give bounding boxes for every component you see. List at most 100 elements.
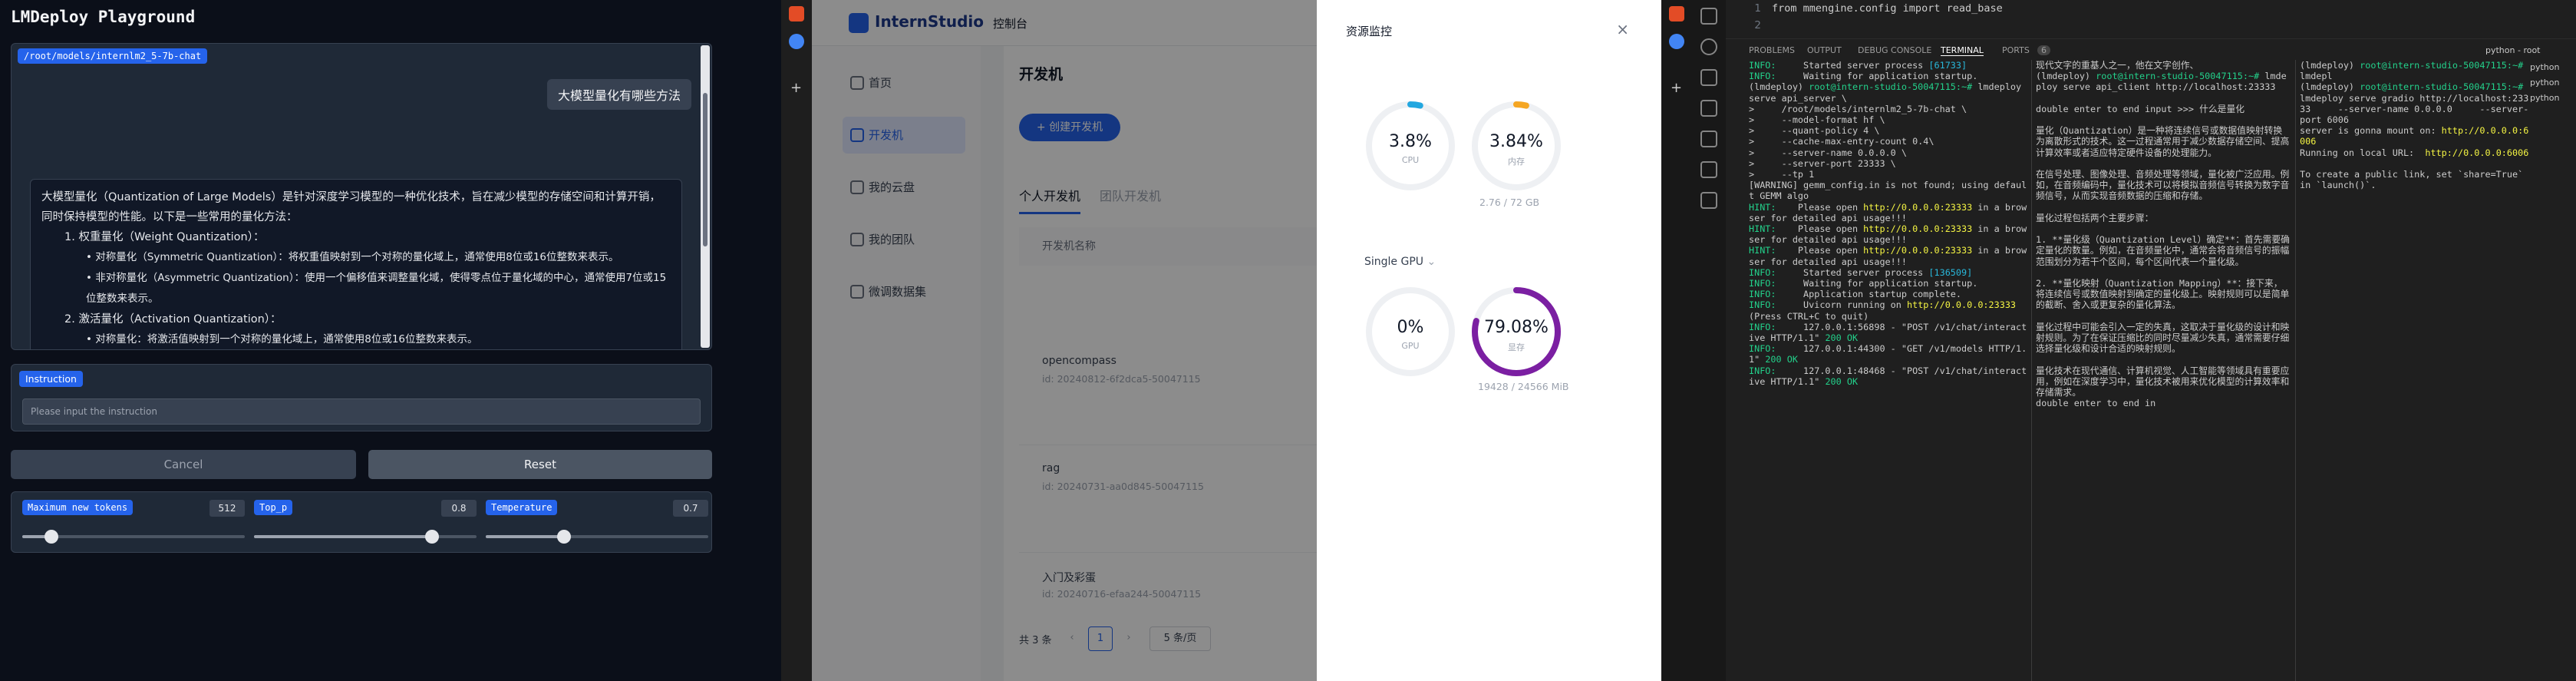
- chatbot-panel: /root/models/internlm2_5-7b-chat 大模型量化有哪…: [11, 43, 712, 350]
- terminal-list: python python python: [2530, 60, 2576, 175]
- terminal-line: [WARNING] gemm_config.in is not found; u…: [1749, 180, 2027, 202]
- terminal-api-client[interactable]: 现代文字的重基人之一，他在文字创作、 (lmdeploy) root@intern…: [2036, 60, 2291, 681]
- top-p-value[interactable]: 0.8: [441, 500, 477, 517]
- terminal-list-item[interactable]: python: [2530, 91, 2576, 106]
- app-strip-left: +: [781, 0, 812, 681]
- extensions-icon[interactable]: [1700, 131, 1717, 147]
- vram-gauge: 79.08% 显存: [1470, 286, 1562, 378]
- chevron-down-icon: ⌄: [1427, 256, 1436, 268]
- instruction-label: Instruction: [19, 371, 83, 387]
- lmdeploy-playground: LMDeploy Playground /root/models/internl…: [0, 0, 781, 681]
- terminal-list-item[interactable]: python: [2530, 60, 2576, 75]
- app-icon[interactable]: [1669, 34, 1684, 49]
- bot-message: 大模型量化（Quantization of Large Models）是针对深度…: [30, 179, 682, 349]
- top-p-param: Top_p 0.8: [254, 500, 477, 546]
- terminal-line: 量化技术在现代通信、计算机视觉、人工智能等领域具有重要应用，例如在深度学习中，量…: [2036, 365, 2290, 398]
- terminal-line: 1. **量化级（Quantization Level）确定**：首先需要确定量…: [2036, 234, 2290, 267]
- cpu-label: CPU: [1401, 155, 1420, 165]
- remote-icon[interactable]: [1700, 161, 1717, 178]
- close-icon[interactable]: ×: [1616, 20, 1629, 38]
- scroll-thumb[interactable]: [703, 93, 707, 246]
- terminal-line: Running on local URL: http://0.0.0.0:600…: [2300, 147, 2529, 158]
- bot-list-item: 1. 权重量化（Weight Quantization）：: [64, 231, 265, 243]
- tab-output[interactable]: OUTPUT: [1807, 45, 1842, 55]
- add-icon[interactable]: +: [1671, 80, 1682, 96]
- terminal-line: (lmdeploy) root@intern-studio-50047115:~…: [2036, 71, 2287, 93]
- files-icon[interactable]: [1700, 8, 1717, 25]
- terminal-line: double enter to end input >>> 什么是量化: [2036, 103, 2245, 114]
- code-editor[interactable]: 1 from mmengine.config import read_base 2: [1726, 0, 2576, 38]
- add-icon[interactable]: +: [790, 80, 802, 96]
- cancel-button[interactable]: Cancel: [11, 450, 356, 479]
- terminal-line: To create a public link, set `share=True…: [2300, 169, 2529, 191]
- instruction-input[interactable]: Please input the instruction: [22, 398, 701, 425]
- terminal-name[interactable]: python - root: [2485, 45, 2541, 55]
- slider-knob[interactable]: [556, 530, 571, 544]
- gpu-gauge: 0% GPU: [1364, 286, 1456, 378]
- vram-value: 79.08%: [1484, 318, 1549, 337]
- terminal-line: > --cache-max-entry-count 0.4\: [1749, 136, 1934, 147]
- gpu-value: 0%: [1397, 318, 1424, 337]
- temperature-slider[interactable]: [486, 530, 708, 544]
- app-icon[interactable]: [1669, 6, 1684, 21]
- bot-intro: 大模型量化（Quantization of Large Models）是针对深度…: [41, 191, 661, 223]
- terminal-line: INFO: 127.0.0.1:56898 - "POST /v1/chat/i…: [1749, 321, 2027, 344]
- terminal-line: 2. **量化映射（Quantization Mapping）**：接下来，将连…: [2036, 278, 2290, 311]
- search-icon[interactable]: [1700, 38, 1717, 55]
- tab-debug-console[interactable]: DEBUG CONSOLE: [1858, 45, 1931, 55]
- terminal-divider[interactable]: [2295, 60, 2296, 681]
- slider-knob[interactable]: [44, 530, 58, 544]
- terminal-divider[interactable]: [2031, 60, 2032, 681]
- app-icon[interactable]: [789, 34, 804, 49]
- terminal-line: > --server-name 0.0.0.0 \: [1749, 147, 1907, 158]
- terminal-gradio[interactable]: (lmdeploy) root@intern-studio-50047115:~…: [2300, 60, 2530, 681]
- max-tokens-value[interactable]: 512: [209, 500, 245, 517]
- top-p-slider[interactable]: [254, 530, 477, 544]
- terminal-line: double enter to end in: [2036, 398, 2156, 409]
- resource-monitor: 资源监控 × 3.8% CPU 3.84% 内存 2.76 / 72 GB Si…: [1317, 0, 1661, 681]
- app-icon[interactable]: [789, 6, 804, 21]
- slider-knob[interactable]: [425, 530, 439, 544]
- testing-icon[interactable]: [1700, 192, 1717, 209]
- temperature-param: Temperature 0.7: [486, 500, 708, 546]
- mem-label: 内存: [1508, 157, 1525, 167]
- tab-terminal[interactable]: TERMINAL: [1941, 45, 1984, 56]
- code-line: 2: [1754, 19, 1761, 31]
- mem-gauge: 3.84% 内存: [1470, 100, 1562, 192]
- gpu-select[interactable]: Single GPU ⌄: [1364, 256, 1436, 268]
- terminal-api-server[interactable]: INFO: Started server process [61733] INFO…: [1749, 60, 2030, 681]
- mem-value: 3.84%: [1489, 132, 1543, 151]
- bot-list-item: • 对称量化：将激活值映射到一个对称的量化域上，通常使用8位或16位整数来表示。: [86, 333, 478, 345]
- vram-detail: 19428 / 24566 MiB: [1478, 381, 1569, 392]
- terminal-line: 现代文字的重基人之一，他在文字创作、: [2036, 60, 2199, 71]
- terminal-line: server is gonna mount on: http://0.0.0.0…: [2300, 125, 2529, 147]
- cpu-gauge: 3.8% CPU: [1364, 100, 1456, 192]
- chat-scrollbar[interactable]: [701, 45, 710, 348]
- code-line: 1 from mmengine.config import read_base: [1754, 2, 2003, 15]
- top-p-label: Top_p: [254, 500, 293, 515]
- terminal-line: > /root/models/internlm2_5-7b-chat \: [1749, 103, 1967, 114]
- terminal-line: INFO: Waiting for application startup.: [1749, 278, 1978, 289]
- terminal-line: INFO: Uvicorn running on http://0.0.0.0:…: [1749, 299, 2022, 322]
- tab-problems[interactable]: PROBLEMS: [1749, 45, 1795, 55]
- temperature-value[interactable]: 0.7: [673, 500, 708, 517]
- terminal-line: HINT: Please open http://0.0.0.0:23333 i…: [1749, 201, 2027, 223]
- reset-button[interactable]: Reset: [368, 450, 712, 479]
- tab-ports[interactable]: PORTS: [2002, 45, 2030, 55]
- bot-list-item: • 非对称量化（Asymmetric Quantization）：使用一个偏移值…: [86, 272, 667, 305]
- mem-detail: 2.76 / 72 GB: [1479, 197, 1540, 208]
- terminal-list-item[interactable]: python: [2530, 75, 2576, 91]
- cpu-value: 3.8%: [1389, 132, 1432, 151]
- source-control-icon[interactable]: [1700, 69, 1717, 86]
- run-debug-icon[interactable]: [1700, 100, 1717, 117]
- max-tokens-slider[interactable]: [22, 530, 245, 544]
- terminal-line: INFO: Started server process [61733]: [1749, 60, 1967, 71]
- terminal-line: > --server-port 23333 \: [1749, 157, 1896, 169]
- terminal-line: INFO: Waiting for application startup.: [1749, 71, 1978, 82]
